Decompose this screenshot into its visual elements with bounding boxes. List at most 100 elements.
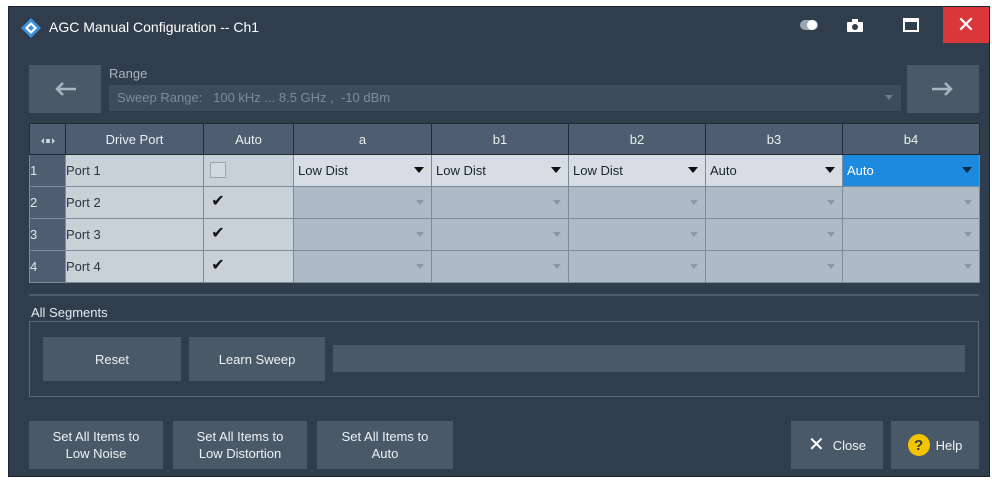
drive-port-cell: Port 4 [65, 250, 204, 283]
low-dist-line2: Low Distortion [198, 446, 282, 461]
chevron-down-icon [964, 200, 972, 205]
b3-select [705, 218, 843, 251]
drive-port-cell: Port 1 [65, 154, 204, 187]
window-title: AGC Manual Configuration -- Ch1 [49, 19, 260, 35]
checkmark-icon[interactable]: ✔ [210, 258, 226, 274]
b4-select [842, 186, 980, 219]
set-all-low-distortion-button[interactable]: Set All Items to Low Distortion [173, 421, 307, 469]
agc-dialog: AGC Manual Configuration -- Ch1 ✕ Range … [8, 6, 990, 477]
chevron-down-icon [553, 200, 561, 205]
auto-checkbox-cell[interactable]: ✔ [203, 250, 294, 283]
section-divider [29, 294, 979, 296]
reset-button[interactable]: Reset [43, 337, 181, 381]
b3-select[interactable]: Auto [705, 154, 843, 187]
row-number: 2 [29, 186, 66, 219]
header-b4: b4 [842, 123, 980, 155]
row-number: 1 [29, 154, 66, 187]
b3-value: Auto [710, 163, 737, 178]
chevron-down-icon [962, 167, 972, 173]
agc-table: Drive Port Auto a b1 b2 b3 b4 1 Port 1 L… [29, 123, 980, 283]
chevron-down-icon [827, 200, 835, 205]
a-select [293, 186, 432, 219]
chevron-down-icon [690, 200, 698, 205]
table-header-row: Drive Port Auto a b1 b2 b3 b4 [29, 123, 980, 155]
chevron-down-icon [690, 264, 698, 269]
chevron-down-icon [553, 232, 561, 237]
a-select[interactable]: Low Dist [293, 154, 432, 187]
chevron-down-icon [688, 167, 698, 173]
a-select [293, 250, 432, 283]
header-b1: b1 [431, 123, 569, 155]
b2-select [568, 186, 706, 219]
b1-select [431, 218, 569, 251]
table-row: 4 Port 4 ✔ [29, 250, 980, 283]
close-button[interactable]: ✕ Close [791, 421, 883, 469]
column-resize-handle[interactable] [29, 123, 66, 155]
chevron-down-icon [964, 232, 972, 237]
checkmark-icon[interactable]: ✔ [210, 194, 226, 210]
table-row: 1 Port 1 Low Dist Low Dist Low Dist Auto… [29, 154, 980, 187]
learn-sweep-button[interactable]: Learn Sweep [189, 337, 325, 381]
chevron-down-icon [964, 264, 972, 269]
b1-select [431, 186, 569, 219]
a-value: Low Dist [298, 163, 348, 178]
a-select [293, 218, 432, 251]
low-noise-line1: Set All Items to [52, 429, 140, 444]
close-icon: ✕ [956, 12, 976, 37]
range-select[interactable]: Sweep Range: 100 kHz ... 8.5 GHz , -10 d… [109, 85, 901, 111]
header-b3: b3 [705, 123, 843, 155]
b1-select [431, 250, 569, 283]
table-row: 3 Port 3 ✔ [29, 218, 980, 251]
chevron-down-icon [414, 167, 424, 173]
title-bar[interactable]: AGC Manual Configuration -- Ch1 ✕ [9, 7, 989, 49]
b2-value: Low Dist [573, 163, 623, 178]
screenshot-button[interactable] [835, 7, 875, 43]
help-label: Help [935, 437, 963, 453]
close-icon: ✕ [807, 433, 825, 456]
b2-select [568, 218, 706, 251]
chevron-down-icon [416, 232, 424, 237]
next-range-button[interactable] [907, 65, 979, 113]
set-all-low-noise-button[interactable]: Set All Items to Low Noise [29, 421, 163, 469]
theme-toggle-button[interactable] [789, 7, 829, 43]
chevron-down-icon [885, 95, 893, 100]
auto-checkbox-cell[interactable] [203, 154, 294, 187]
window-close-button[interactable]: ✕ [943, 7, 989, 43]
b2-select[interactable]: Low Dist [568, 154, 706, 187]
row-number: 4 [29, 250, 66, 283]
b3-select [705, 250, 843, 283]
b4-value: Auto [847, 163, 874, 178]
b4-select[interactable]: Auto [842, 154, 980, 187]
checkmark-icon[interactable]: ✔ [210, 226, 226, 242]
help-icon: ? [907, 434, 930, 456]
chevron-down-icon [553, 264, 561, 269]
header-auto: Auto [203, 123, 294, 155]
chevron-down-icon [416, 264, 424, 269]
previous-range-button[interactable] [29, 65, 101, 113]
auto-checkbox-cell[interactable]: ✔ [203, 186, 294, 219]
range-label: Range [109, 66, 148, 81]
maximize-button[interactable] [891, 7, 931, 43]
row-number: 3 [29, 218, 66, 251]
set-all-auto-button[interactable]: Set All Items to Auto [317, 421, 453, 469]
header-b2: b2 [568, 123, 706, 155]
b1-value: Low Dist [436, 163, 486, 178]
low-dist-line1: Set All Items to [196, 429, 284, 444]
range-value: Sweep Range: 100 kHz ... 8.5 GHz , -10 d… [117, 90, 391, 105]
b2-select [568, 250, 706, 283]
chevron-down-icon [690, 232, 698, 237]
b3-select [705, 186, 843, 219]
chevron-down-icon [827, 232, 835, 237]
auto-checkbox-cell[interactable]: ✔ [203, 218, 294, 251]
chevron-down-icon [416, 200, 424, 205]
all-segments-label: All Segments [31, 305, 108, 320]
b4-select [842, 218, 980, 251]
maximize-icon [903, 18, 919, 32]
learn-progress-bar [333, 345, 965, 372]
reset-label: Reset [95, 351, 129, 367]
b1-select[interactable]: Low Dist [431, 154, 569, 187]
auto-checkbox[interactable] [210, 162, 226, 178]
rs-logo-icon [21, 18, 41, 38]
help-button[interactable]: ? Help [891, 421, 979, 469]
header-a: a [293, 123, 432, 155]
